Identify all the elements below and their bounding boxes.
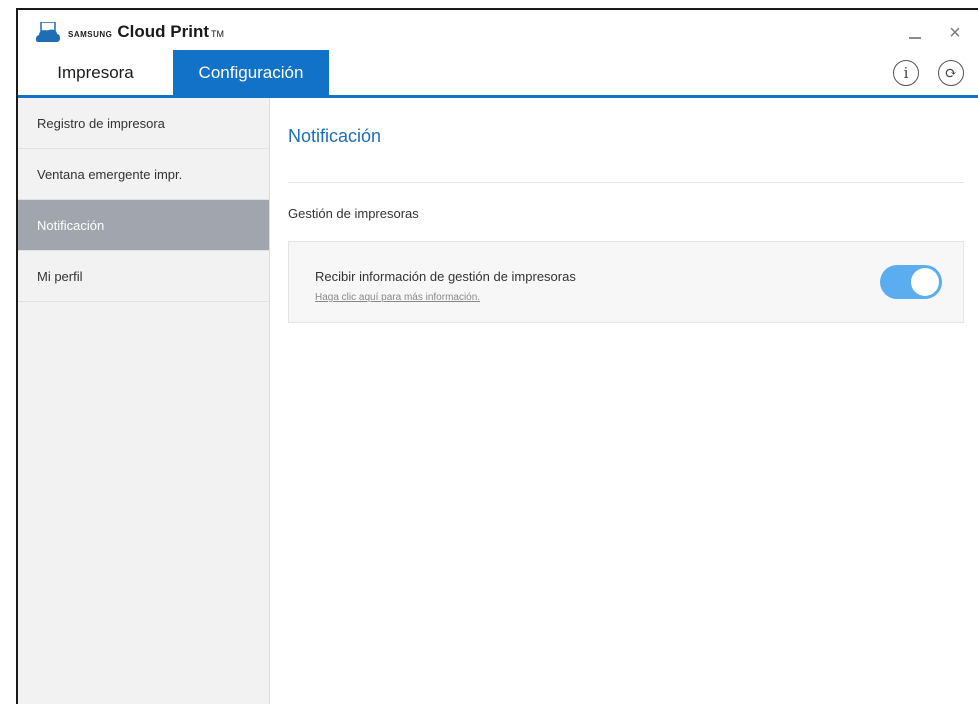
- divider: [288, 182, 964, 183]
- sidebar-item-notificacion[interactable]: Notificación: [18, 200, 269, 251]
- tab-bar: Impresora Configuración i ⟳: [18, 50, 978, 98]
- tab-configuracion[interactable]: Configuración: [173, 50, 329, 95]
- toggle-knob: [911, 268, 939, 296]
- sidebar-item-registro-impresora[interactable]: Registro de impresora: [18, 98, 269, 149]
- minimize-button[interactable]: [898, 18, 932, 48]
- setting-label: Recibir información de gestión de impres…: [315, 269, 576, 284]
- setting-card: Recibir información de gestión de impres…: [288, 241, 964, 323]
- cloud-print-logo: [35, 22, 60, 42]
- close-icon: ×: [949, 21, 961, 44]
- sidebar-item-mi-perfil[interactable]: Mi perfil: [18, 251, 269, 302]
- brand-title: Cloud Print: [117, 22, 209, 41]
- section-label: Gestión de impresoras: [288, 206, 419, 221]
- more-info-link[interactable]: Haga clic aquí para más información.: [315, 292, 480, 303]
- sidebar: Registro de impresora Ventana emergente …: [18, 98, 270, 704]
- app-window: SAMSUNG Cloud Print TM × Impresora Confi…: [16, 8, 978, 704]
- tab-impresora[interactable]: Impresora: [18, 50, 173, 95]
- brand-trademark: TM: [211, 29, 224, 39]
- main-content: Notificación Gestión de impresoras Recib…: [288, 98, 978, 704]
- title-bar: SAMSUNG Cloud Print TM ×: [18, 10, 978, 50]
- brand-samsung: SAMSUNG: [68, 30, 113, 39]
- close-button[interactable]: ×: [938, 18, 972, 48]
- info-icon[interactable]: i: [893, 60, 919, 86]
- notification-toggle[interactable]: [880, 265, 942, 299]
- refresh-icon[interactable]: ⟳: [938, 60, 964, 86]
- page-title: Notificación: [288, 126, 382, 146]
- app-brand: SAMSUNG Cloud Print TM: [68, 22, 224, 42]
- sidebar-item-ventana-emergente[interactable]: Ventana emergente impr.: [18, 149, 269, 200]
- minimize-icon: [909, 37, 921, 39]
